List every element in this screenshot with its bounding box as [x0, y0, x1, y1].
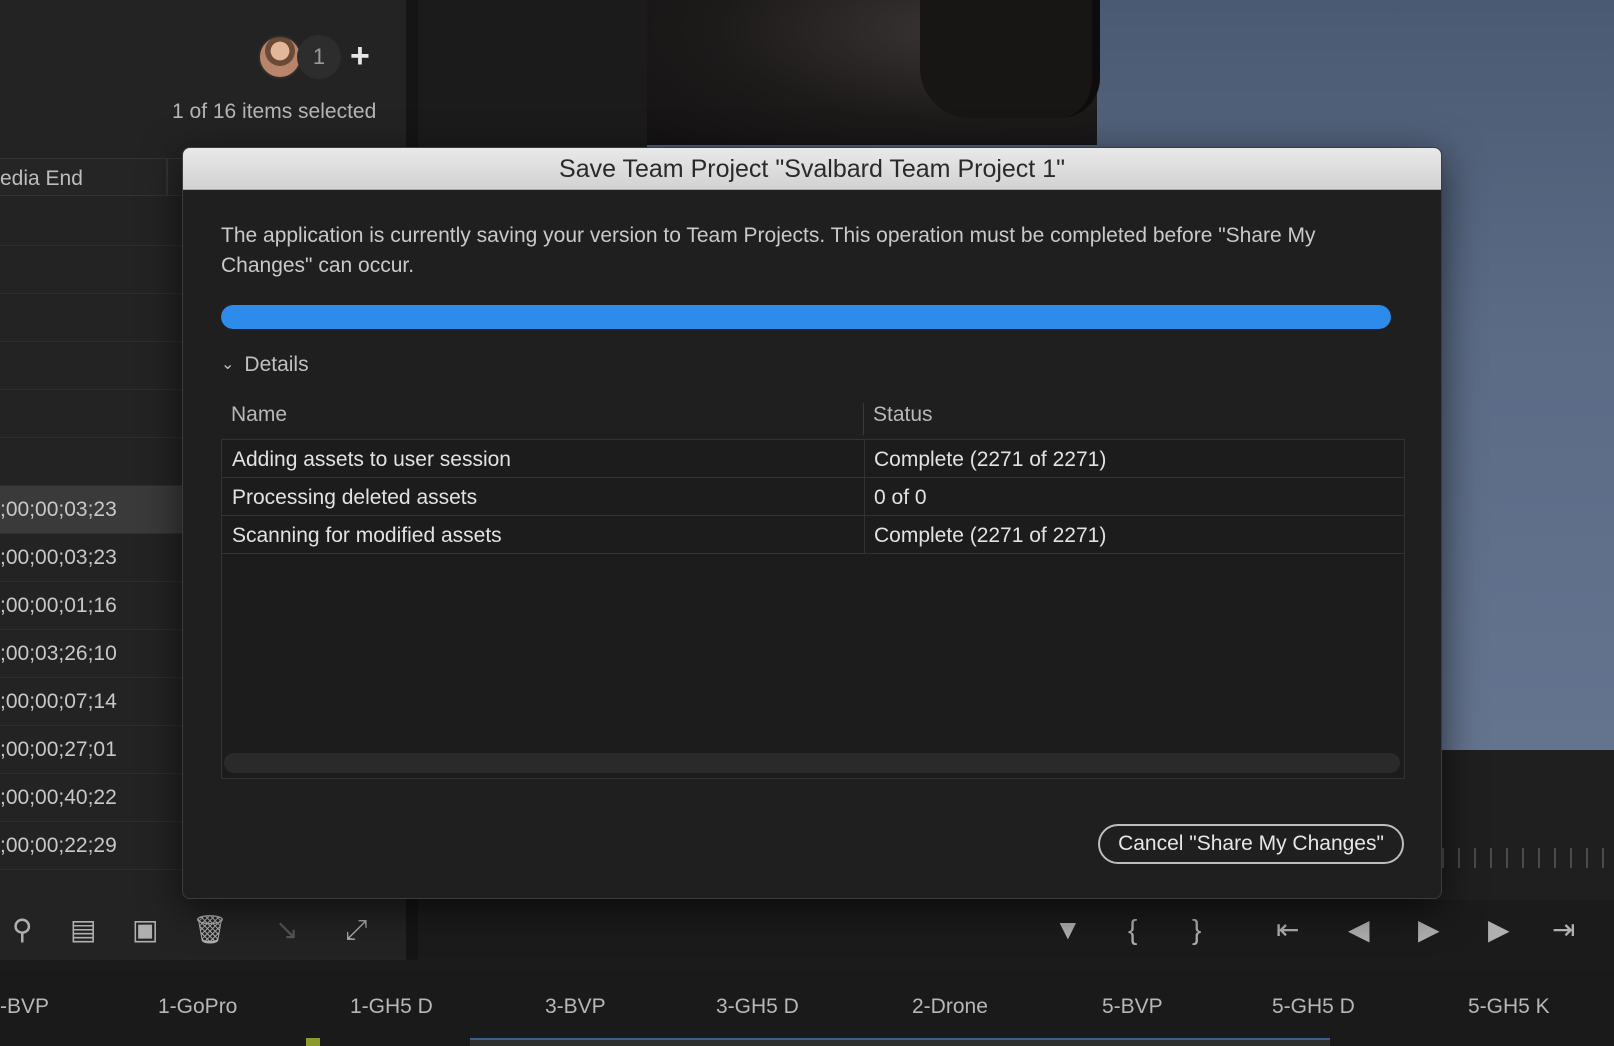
table-row[interactable]: Scanning for modified assets Complete (2… — [222, 516, 1404, 554]
row-name: Scanning for modified assets — [232, 524, 502, 547]
list-item[interactable]: ;00;00;07;14 — [0, 678, 182, 726]
details-table-body: Adding assets to user session Complete (… — [221, 439, 1405, 779]
dialog-title: Save Team Project "Svalbard Team Project… — [559, 155, 1065, 183]
source-track-bar — [0, 972, 1614, 1046]
list-item[interactable] — [0, 198, 182, 246]
row-status: Complete (2271 of 2271) — [874, 448, 1107, 471]
step-back-icon[interactable]: ◀ — [1348, 913, 1370, 947]
list-item[interactable] — [0, 342, 182, 390]
video-object — [920, 0, 1100, 118]
mark-out-icon[interactable]: } — [1192, 913, 1201, 947]
list-item[interactable]: ;00;00;22;29 — [0, 822, 182, 870]
timeline-work-area[interactable] — [470, 1038, 1330, 1046]
track-label[interactable]: 5-GH5 D — [1272, 995, 1355, 1019]
list-item[interactable] — [0, 438, 182, 486]
collaborator-count-badge[interactable]: 1 — [297, 35, 341, 79]
playhead-marker[interactable] — [306, 1038, 320, 1046]
resize-icon[interactable]: ⤢ — [345, 913, 367, 947]
column-header-status[interactable]: Status — [873, 403, 933, 427]
plus-icon[interactable]: + — [350, 36, 370, 76]
mark-in-icon[interactable]: { — [1128, 913, 1137, 947]
details-label: Details — [244, 353, 309, 376]
list-item[interactable] — [0, 294, 182, 342]
row-name: Processing deleted assets — [232, 486, 478, 509]
marker-icon[interactable]: ▼ — [1054, 913, 1082, 947]
progress-bar — [221, 305, 1391, 329]
dialog-titlebar[interactable]: Save Team Project "Svalbard Team Project… — [183, 148, 1441, 190]
collaborator-avatar[interactable] — [258, 35, 302, 79]
search-icon[interactable]: ⚲ — [12, 913, 33, 947]
new-bin-icon[interactable]: ▤ — [70, 913, 96, 947]
dialog-message: The application is currently saving your… — [221, 224, 1316, 277]
list-item[interactable] — [0, 390, 182, 438]
selection-status: 1 of 16 items selected — [172, 100, 377, 123]
column-header-name[interactable]: Name — [231, 403, 287, 427]
track-label[interactable]: 3-GH5 D — [716, 995, 799, 1019]
table-row[interactable]: Adding assets to user session Complete (… — [222, 440, 1404, 478]
trash-icon[interactable]: 🗑 — [192, 913, 228, 947]
track-label[interactable]: 3-BVP — [545, 995, 606, 1019]
step-forward-icon[interactable]: ▶ — [1488, 913, 1510, 947]
cell-divider — [864, 478, 865, 516]
save-team-project-dialog: Save Team Project "Svalbard Team Project… — [182, 147, 1442, 899]
go-to-out-icon[interactable]: ⇥ — [1552, 913, 1575, 947]
track-label[interactable]: 1-GoPro — [158, 995, 237, 1019]
track-label[interactable]: 1-GH5 D — [350, 995, 433, 1019]
horizontal-scrollbar[interactable] — [224, 753, 1400, 773]
row-status: 0 of 0 — [874, 486, 927, 509]
details-table: Name Status Adding assets to user sessio… — [221, 403, 1405, 779]
list-item[interactable] — [0, 246, 182, 294]
list-item[interactable]: ;00;00;03;23 — [0, 486, 182, 534]
cell-divider — [864, 440, 865, 478]
column-divider[interactable] — [863, 403, 864, 435]
go-to-in-icon[interactable]: ⇤ — [1276, 913, 1299, 947]
list-item[interactable]: ;00;03;26;10 — [0, 630, 182, 678]
column-header-label: edia End — [0, 167, 83, 190]
monitor-transport-toolbar — [1030, 900, 1614, 960]
list-item[interactable]: ;00;00;27;01 — [0, 726, 182, 774]
list-item[interactable]: ;00;00;03;23 — [0, 534, 182, 582]
row-status: Complete (2271 of 2271) — [874, 524, 1107, 547]
table-row[interactable]: Processing deleted assets 0 of 0 — [222, 478, 1404, 516]
cell-divider — [864, 516, 865, 554]
play-icon[interactable]: ▶ — [1418, 913, 1440, 947]
track-label[interactable]: 5-GH5 K — [1468, 995, 1550, 1019]
progress-bar-fill — [221, 305, 1391, 329]
details-disclosure[interactable]: ⌄ Details — [221, 353, 309, 377]
track-label[interactable]: -BVP — [0, 995, 49, 1019]
chevron-down-icon: ⌄ — [221, 356, 235, 373]
row-name: Adding assets to user session — [232, 448, 511, 471]
track-label[interactable]: 5-BVP — [1102, 995, 1163, 1019]
cancel-share-button[interactable]: Cancel "Share My Changes" — [1098, 824, 1404, 864]
list-item[interactable]: ;00;00;40;22 — [0, 774, 182, 822]
list-item[interactable]: ;00;00;01;16 — [0, 582, 182, 630]
track-label[interactable]: 2-Drone — [912, 995, 988, 1019]
automate-to-sequence-icon[interactable]: ↘ — [275, 913, 298, 947]
new-item-icon[interactable]: ▣ — [132, 913, 158, 947]
column-divider[interactable] — [166, 159, 168, 195]
